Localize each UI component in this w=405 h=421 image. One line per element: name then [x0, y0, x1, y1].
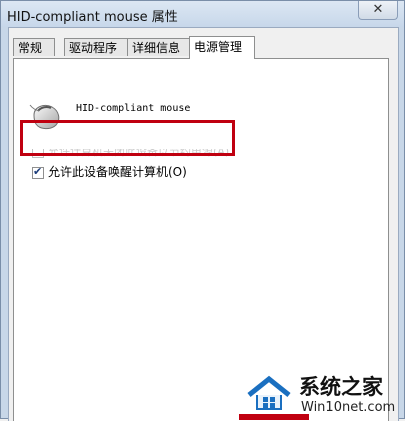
checkmark-icon: ✔: [33, 164, 43, 178]
title-bar[interactable]: HID-compliant mouse 属性 ✕: [1, 1, 404, 27]
tab-details[interactable]: 详细信息: [127, 38, 191, 56]
allow-wake-checkbox[interactable]: ✔: [32, 164, 44, 179]
allow-wake-label[interactable]: 允许此设备唤醒计算机(O): [48, 165, 187, 179]
properties-window: HID-compliant mouse 属性 ✕ 常规 驱动程序 详细信息 电源…: [0, 0, 405, 421]
watermark-url: Win10net.com: [301, 400, 396, 415]
tab-general[interactable]: 常规: [13, 38, 55, 56]
highlight-box: [20, 120, 235, 156]
close-button[interactable]: ✕: [358, 1, 398, 20]
window-title: HID-compliant mouse 属性: [7, 10, 178, 25]
tab-power-management[interactable]: 电源管理: [189, 36, 255, 59]
watermark-title: 系统之家: [299, 375, 383, 399]
house-logo-icon: [245, 373, 297, 416]
allow-wake-option[interactable]: ✔ 允许此设备唤醒计算机(O): [32, 163, 187, 180]
device-name: HID-compliant mouse: [76, 103, 191, 114]
dialog-client: 常规 驱动程序 详细信息 电源管理 HID-compliant mouse 允许…: [8, 27, 399, 421]
tab-driver[interactable]: 驱动程序: [64, 38, 128, 56]
watermark: 系统之家 Win10net.com: [239, 369, 405, 420]
power-management-panel: HID-compliant mouse 允许计算机关闭此设备以节约电源(A) ✔…: [13, 58, 389, 421]
